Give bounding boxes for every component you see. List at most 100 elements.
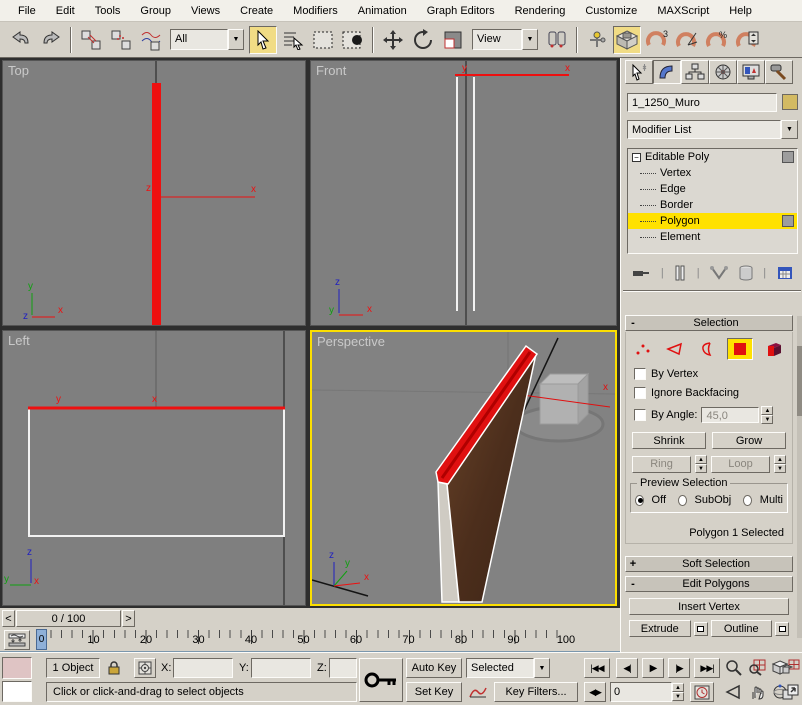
unlink-selection-icon[interactable] bbox=[107, 26, 135, 54]
by-angle-row[interactable]: By Angle: 45,0 ▲▼ bbox=[634, 406, 792, 424]
x-coordinate-input[interactable] bbox=[174, 659, 232, 677]
border-mode-icon[interactable] bbox=[695, 339, 719, 359]
mini-curve-editor-icon[interactable] bbox=[4, 630, 30, 650]
time-configuration-icon[interactable] bbox=[690, 682, 714, 702]
use-center-icon[interactable] bbox=[543, 26, 571, 54]
preview-off-radio[interactable] bbox=[635, 495, 644, 506]
maximize-viewport-toggle-icon[interactable] bbox=[779, 681, 802, 702]
wall-front-face[interactable] bbox=[447, 354, 536, 602]
by-angle-checkbox[interactable] bbox=[634, 409, 646, 421]
zoom-all-icon[interactable] bbox=[745, 657, 768, 678]
time-slider-prev-button[interactable]: < bbox=[2, 610, 15, 627]
angle-snap-icon[interactable] bbox=[673, 26, 701, 54]
viewport-front[interactable]: y x z y x Front bbox=[310, 60, 617, 326]
select-and-rotate-icon[interactable] bbox=[409, 26, 437, 54]
bind-to-space-warp-icon[interactable] bbox=[137, 26, 165, 54]
stack-onoff-swatch[interactable] bbox=[782, 215, 794, 227]
previous-frame-button[interactable]: ◀| bbox=[616, 658, 638, 678]
show-end-result-icon[interactable] bbox=[674, 265, 686, 281]
viewport-top[interactable]: x z y z x Top bbox=[2, 60, 306, 326]
configure-modifier-sets-icon[interactable] bbox=[777, 266, 793, 280]
chevron-down-icon[interactable]: ▼ bbox=[534, 658, 550, 678]
time-slider-next-button[interactable]: > bbox=[122, 610, 135, 627]
selection-filter-dropdown[interactable]: All ▼ bbox=[170, 29, 244, 50]
snap-3d-icon[interactable]: 3 bbox=[643, 26, 671, 54]
current-frame-input[interactable] bbox=[611, 683, 671, 701]
play-button[interactable]: ▶ bbox=[642, 658, 664, 678]
collapse-box-icon[interactable]: − bbox=[632, 153, 641, 162]
by-vertex-row[interactable]: By Vertex bbox=[634, 368, 792, 380]
rectangular-selection-region-icon[interactable] bbox=[309, 26, 337, 54]
z-coordinate-field[interactable] bbox=[329, 658, 357, 678]
window-crossing-icon[interactable] bbox=[339, 26, 367, 54]
z-coordinate-input[interactable] bbox=[330, 659, 356, 677]
outline-button[interactable]: Outline bbox=[711, 620, 773, 637]
object-name-field[interactable]: 1_1250_Muro bbox=[627, 93, 777, 112]
stack-item-element[interactable]: Element bbox=[628, 229, 797, 245]
stack-item-vertex[interactable]: Vertex bbox=[628, 165, 797, 181]
soft-selection-rollout-header[interactable]: + Soft Selection bbox=[625, 556, 793, 572]
tab-utilities[interactable] bbox=[765, 60, 793, 84]
field-of-view-icon[interactable] bbox=[722, 681, 745, 702]
tab-create[interactable] bbox=[625, 60, 653, 84]
object-color-swatch[interactable] bbox=[782, 94, 798, 110]
select-and-move-icon[interactable] bbox=[379, 26, 407, 54]
maxscript-listener-white[interactable] bbox=[2, 681, 32, 702]
grow-button[interactable]: Grow bbox=[712, 432, 786, 449]
default-in-out-tangents-icon[interactable] bbox=[466, 682, 490, 702]
tab-motion[interactable] bbox=[709, 60, 737, 84]
frame-spinner[interactable]: ▲▼ bbox=[672, 683, 684, 701]
stack-item-editable-poly[interactable]: − Editable Poly bbox=[628, 149, 797, 165]
percent-snap-icon[interactable]: % bbox=[703, 26, 731, 54]
ignore-backfacing-checkbox[interactable] bbox=[634, 387, 646, 399]
extrude-settings-icon[interactable] bbox=[694, 622, 708, 636]
menu-edit[interactable]: Edit bbox=[46, 2, 85, 20]
vertex-mode-icon[interactable] bbox=[631, 339, 655, 359]
element-mode-icon[interactable] bbox=[761, 338, 787, 360]
current-frame-indicator[interactable]: 0 bbox=[36, 629, 47, 650]
x-coordinate-field[interactable] bbox=[173, 658, 233, 678]
next-frame-button[interactable]: |▶ bbox=[668, 658, 690, 678]
extrude-button[interactable]: Extrude bbox=[629, 620, 691, 637]
selection-rollout-header[interactable]: - Selection bbox=[625, 315, 793, 331]
shrink-button[interactable]: Shrink bbox=[632, 432, 706, 449]
current-frame-field[interactable] bbox=[610, 682, 672, 702]
menu-group[interactable]: Group bbox=[130, 2, 181, 20]
menu-views[interactable]: Views bbox=[181, 2, 230, 20]
menu-tools[interactable]: Tools bbox=[85, 2, 131, 20]
zoom-extents-all-icon[interactable] bbox=[779, 657, 802, 678]
edge-mode-icon[interactable] bbox=[663, 339, 687, 359]
tab-display[interactable] bbox=[737, 60, 765, 84]
key-mode-dropdown[interactable]: Selected ▼ bbox=[466, 658, 550, 678]
reference-coordinate-dropdown[interactable]: View ▼ bbox=[472, 29, 538, 50]
go-to-start-button[interactable]: |◀◀ bbox=[584, 658, 610, 678]
menu-create[interactable]: Create bbox=[230, 2, 283, 20]
stack-item-edge[interactable]: Edge bbox=[628, 181, 797, 197]
menu-customize[interactable]: Customize bbox=[575, 2, 647, 20]
go-to-end-button[interactable]: ▶▶| bbox=[694, 658, 720, 678]
zoom-icon[interactable] bbox=[722, 657, 745, 678]
scrollbar-thumb[interactable] bbox=[797, 346, 802, 416]
key-filters-button[interactable]: Key Filters... bbox=[494, 682, 578, 702]
menu-help[interactable]: Help bbox=[719, 2, 762, 20]
remove-modifier-icon[interactable] bbox=[739, 265, 753, 281]
chevron-down-icon[interactable]: ▼ bbox=[781, 120, 798, 139]
ring-button[interactable]: Ring bbox=[632, 456, 691, 473]
track-bar[interactable]: 0102030405060708090100 0 bbox=[0, 628, 620, 652]
y-coordinate-field[interactable] bbox=[251, 658, 311, 678]
by-vertex-checkbox[interactable] bbox=[634, 368, 646, 380]
select-object-button[interactable] bbox=[249, 26, 277, 54]
ring-spinner[interactable]: ▲▼ bbox=[695, 455, 707, 473]
menu-animation[interactable]: Animation bbox=[348, 2, 417, 20]
pin-stack-icon[interactable] bbox=[632, 265, 650, 281]
select-and-scale-icon[interactable] bbox=[439, 26, 467, 54]
menu-maxscript[interactable]: MAXScript bbox=[647, 2, 719, 20]
viewport-left[interactable]: y x z y x Left bbox=[2, 330, 306, 606]
select-and-link-icon[interactable] bbox=[77, 26, 105, 54]
select-by-name-icon[interactable] bbox=[279, 26, 307, 54]
snaps-toggle-button[interactable] bbox=[613, 26, 641, 54]
menu-modifiers[interactable]: Modifiers bbox=[283, 2, 348, 20]
menu-file[interactable]: File bbox=[8, 2, 46, 20]
stack-onoff-swatch[interactable] bbox=[782, 151, 794, 163]
expand-icon[interactable]: + bbox=[626, 558, 640, 570]
